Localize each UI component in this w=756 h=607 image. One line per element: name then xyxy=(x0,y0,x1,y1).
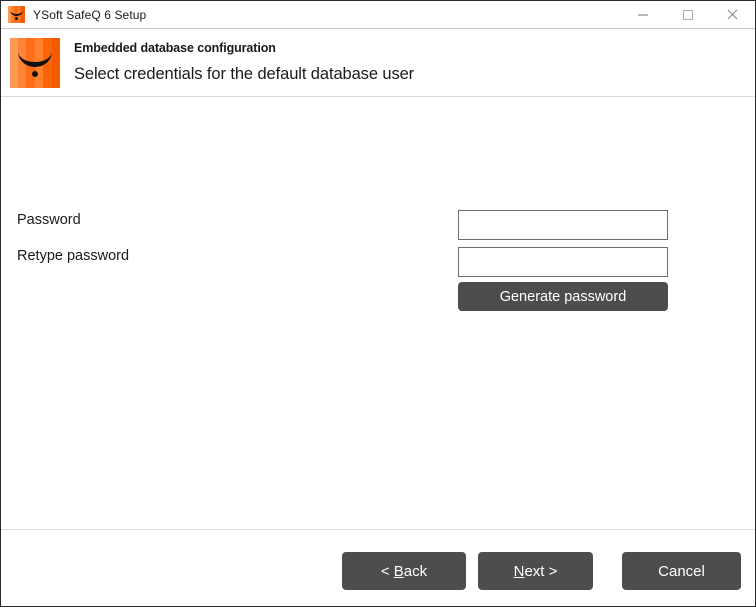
logo-dot-shape xyxy=(15,17,18,20)
logo-smile-shape xyxy=(10,9,23,16)
logo-smile-shape xyxy=(18,50,52,67)
wizard-content: Password Retype password Generate passwo… xyxy=(1,97,755,530)
setup-wizard-window: YSoft SafeQ 6 Setup Embedded database co… xyxy=(0,0,756,607)
page-title: Embedded database configuration xyxy=(74,41,276,55)
ysoft-logo-icon xyxy=(8,6,25,23)
generate-password-button[interactable]: Generate password xyxy=(458,282,668,311)
back-button-rest: ack xyxy=(403,562,428,580)
next-button[interactable]: Next > xyxy=(478,552,593,590)
logo-dot-shape xyxy=(32,70,38,77)
back-button-prefix: < xyxy=(380,562,394,580)
wizard-footer: < Back Next > Cancel xyxy=(1,530,755,606)
next-button-accel: N xyxy=(513,562,525,580)
cancel-button[interactable]: Cancel xyxy=(622,552,741,590)
header-text-block: Embedded database configuration Select c… xyxy=(74,41,414,84)
next-button-rest: ext xyxy=(524,562,545,580)
back-button-accel: B xyxy=(393,562,404,580)
title-bar: YSoft SafeQ 6 Setup xyxy=(1,1,755,29)
password-input[interactable] xyxy=(458,210,668,240)
close-icon[interactable] xyxy=(710,1,755,28)
next-button-suffix: > xyxy=(544,562,558,580)
back-button[interactable]: < Back xyxy=(342,552,466,590)
password-label: Password xyxy=(17,212,81,228)
retype-password-input[interactable] xyxy=(458,247,668,277)
retype-password-label: Retype password xyxy=(17,248,130,264)
page-subtitle: Select credentials for the default datab… xyxy=(74,65,415,83)
window-title: YSoft SafeQ 6 Setup xyxy=(33,7,147,22)
wizard-header: Embedded database configuration Select c… xyxy=(1,29,755,97)
ysoft-logo-icon xyxy=(10,37,60,88)
maximize-icon[interactable] xyxy=(665,1,710,28)
minimize-icon[interactable] xyxy=(620,1,665,28)
window-controls xyxy=(620,1,755,28)
